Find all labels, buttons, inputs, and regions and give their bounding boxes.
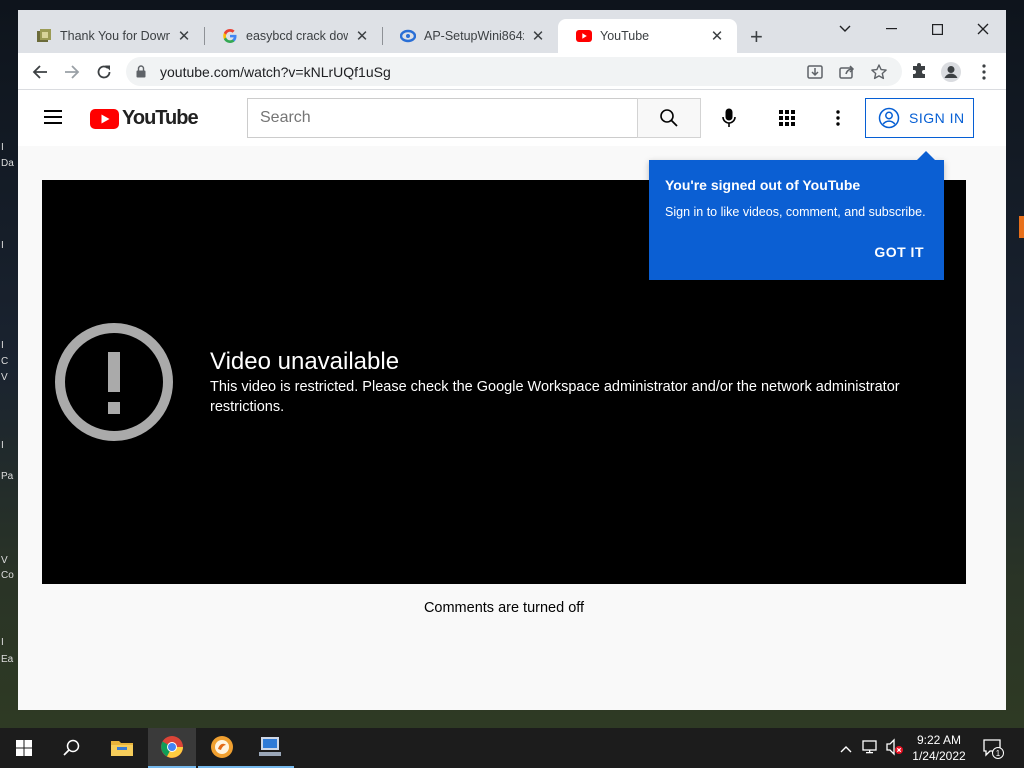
search-button[interactable] <box>637 98 701 138</box>
app-taskbar-button[interactable] <box>198 728 246 768</box>
close-tab-icon[interactable]: ✕ <box>354 28 370 45</box>
computer-taskbar-button[interactable] <box>246 728 294 768</box>
exclamation-alert-icon <box>54 322 174 447</box>
tab-title: Thank You for Downlo <box>60 29 170 43</box>
youtube-masthead: YouTube Search SIGN IN <box>18 90 1006 146</box>
new-tab-button[interactable]: + <box>750 26 763 48</box>
tab-search-chevron-down-icon[interactable] <box>822 16 868 42</box>
guide-menu-icon[interactable] <box>44 110 62 124</box>
tab-title: AP-SetupWini864x <box>424 29 524 43</box>
tab-strip: Thank You for Downlo ✕ easybcd crack dow… <box>18 10 1006 53</box>
forward-button[interactable] <box>61 61 83 83</box>
back-button[interactable] <box>29 61 51 83</box>
tab-youtube[interactable]: YouTube ✕ <box>558 19 737 53</box>
account-circle-icon <box>878 107 900 129</box>
close-window-button[interactable] <box>960 16 1006 42</box>
search-input[interactable] <box>248 99 638 137</box>
address-bar[interactable]: youtube.com/watch?v=kNLrUQf1uSg <box>126 57 902 86</box>
youtube-play-logo-icon <box>90 108 119 129</box>
search-icon <box>63 739 80 756</box>
video-restricted-message: This video is restricted. Please check t… <box>210 379 900 415</box>
desktop-right-edge <box>1006 0 1024 728</box>
maximize-button[interactable] <box>914 16 960 42</box>
lock-icon[interactable] <box>136 65 146 83</box>
desktop-icon-label[interactable]: Ea <box>1 654 13 666</box>
profile-avatar[interactable] <box>940 61 962 83</box>
clock-time: 9:22 AM <box>916 733 962 747</box>
desktop-icon-label[interactable]: Pa <box>1 471 13 483</box>
volume-muted-icon[interactable] <box>885 738 905 761</box>
search-box <box>247 98 638 138</box>
start-button[interactable] <box>0 728 48 768</box>
share-icon[interactable] <box>838 63 856 81</box>
youtube-page: YouTube Search SIGN IN Video unavailable… <box>18 90 1006 710</box>
chrome-taskbar-button[interactable] <box>148 728 196 768</box>
desktop-icon-label[interactable]: I <box>1 340 4 352</box>
close-tab-icon[interactable]: ✕ <box>709 28 725 45</box>
browser-menu-icon[interactable] <box>973 61 995 83</box>
tab-title: easybcd crack downlo <box>246 29 348 43</box>
desktop-icon-label[interactable]: V <box>1 555 8 567</box>
url-text: youtube.com/watch?v=kNLrUQf1uSg <box>160 64 391 80</box>
orange-app-icon <box>211 736 233 758</box>
notification-count: 1 <box>996 749 1001 758</box>
tooltip-title: You're signed out of YouTube <box>665 177 861 193</box>
video-unavailable-title: Video unavailable <box>210 348 400 375</box>
system-clock[interactable]: 9:22 AM 1/24/2022 <box>906 732 972 764</box>
signed-out-tooltip: You're signed out of YouTube Sign in to … <box>649 151 944 280</box>
taskbar-search-button[interactable] <box>48 728 96 768</box>
close-tab-icon[interactable]: ✕ <box>176 28 192 45</box>
folder-icon <box>111 741 133 756</box>
install-app-icon[interactable] <box>806 63 824 81</box>
got-it-button[interactable]: GOT IT <box>874 244 924 260</box>
desktop-icon-label[interactable]: Co <box>1 570 14 582</box>
desktop-icon-label[interactable]: I <box>1 240 4 252</box>
desktop-icon-label[interactable]: C <box>1 356 8 368</box>
chrome-window: Thank You for Downlo ✕ easybcd crack dow… <box>18 10 1006 710</box>
comments-status: Comments are turned off <box>423 600 585 616</box>
tab-ap-setup[interactable]: AP-SetupWini864x ✕ <box>382 19 558 53</box>
desktop-icons-strip: I Da I I C V I Pa V Co I Ea <box>0 0 18 728</box>
download-site-favicon-icon <box>36 28 52 44</box>
desktop-icon-label[interactable]: I <box>1 440 4 452</box>
sign-in-button[interactable]: SIGN IN <box>865 98 974 138</box>
network-icon[interactable] <box>862 738 880 761</box>
youtube-logo-text: YouTube <box>122 107 199 129</box>
desktop-icon-label[interactable]: I <box>1 142 4 154</box>
apps-grid-icon[interactable] <box>778 109 796 127</box>
windows-taskbar: 9:22 AM 1/24/2022 1 <box>0 728 1024 768</box>
windows-logo-icon <box>16 740 32 756</box>
reload-button[interactable] <box>93 61 115 83</box>
notifications-icon[interactable]: 1 <box>982 737 1004 764</box>
tab-thank-you[interactable]: Thank You for Downlo ✕ <box>18 19 204 53</box>
computer-icon <box>259 737 281 756</box>
tab-easybcd[interactable]: easybcd crack downlo ✕ <box>204 19 382 53</box>
background-window-edge <box>1019 216 1024 238</box>
google-favicon-icon <box>222 28 238 44</box>
youtube-favicon-icon <box>576 28 592 44</box>
tooltip-text: Sign in to like videos, comment, and sub… <box>665 205 926 219</box>
bookmark-star-icon[interactable] <box>870 63 888 81</box>
desktop-icon-label[interactable]: Da <box>1 158 14 170</box>
clock-date: 1/24/2022 <box>912 749 966 763</box>
desktop-icon-label[interactable]: I <box>1 637 4 649</box>
voice-search-mic-icon[interactable] <box>718 107 740 129</box>
edge-like-favicon-icon <box>400 28 416 44</box>
sign-in-label: SIGN IN <box>909 110 965 126</box>
extensions-puzzle-icon[interactable] <box>908 61 930 83</box>
chrome-icon <box>161 736 183 758</box>
search-icon <box>660 109 678 127</box>
browser-toolbar: youtube.com/watch?v=kNLrUQf1uSg <box>18 53 1006 90</box>
minimize-button[interactable] <box>868 16 914 42</box>
close-tab-icon[interactable]: ✕ <box>530 28 546 45</box>
desktop-icon-label[interactable]: V <box>1 372 8 384</box>
youtube-logo[interactable]: YouTube <box>90 107 199 130</box>
show-hidden-icons-chevron-up-icon[interactable] <box>840 740 852 758</box>
settings-more-icon[interactable] <box>828 107 848 129</box>
file-explorer-button[interactable] <box>98 728 146 768</box>
tab-title: YouTube <box>600 29 650 43</box>
